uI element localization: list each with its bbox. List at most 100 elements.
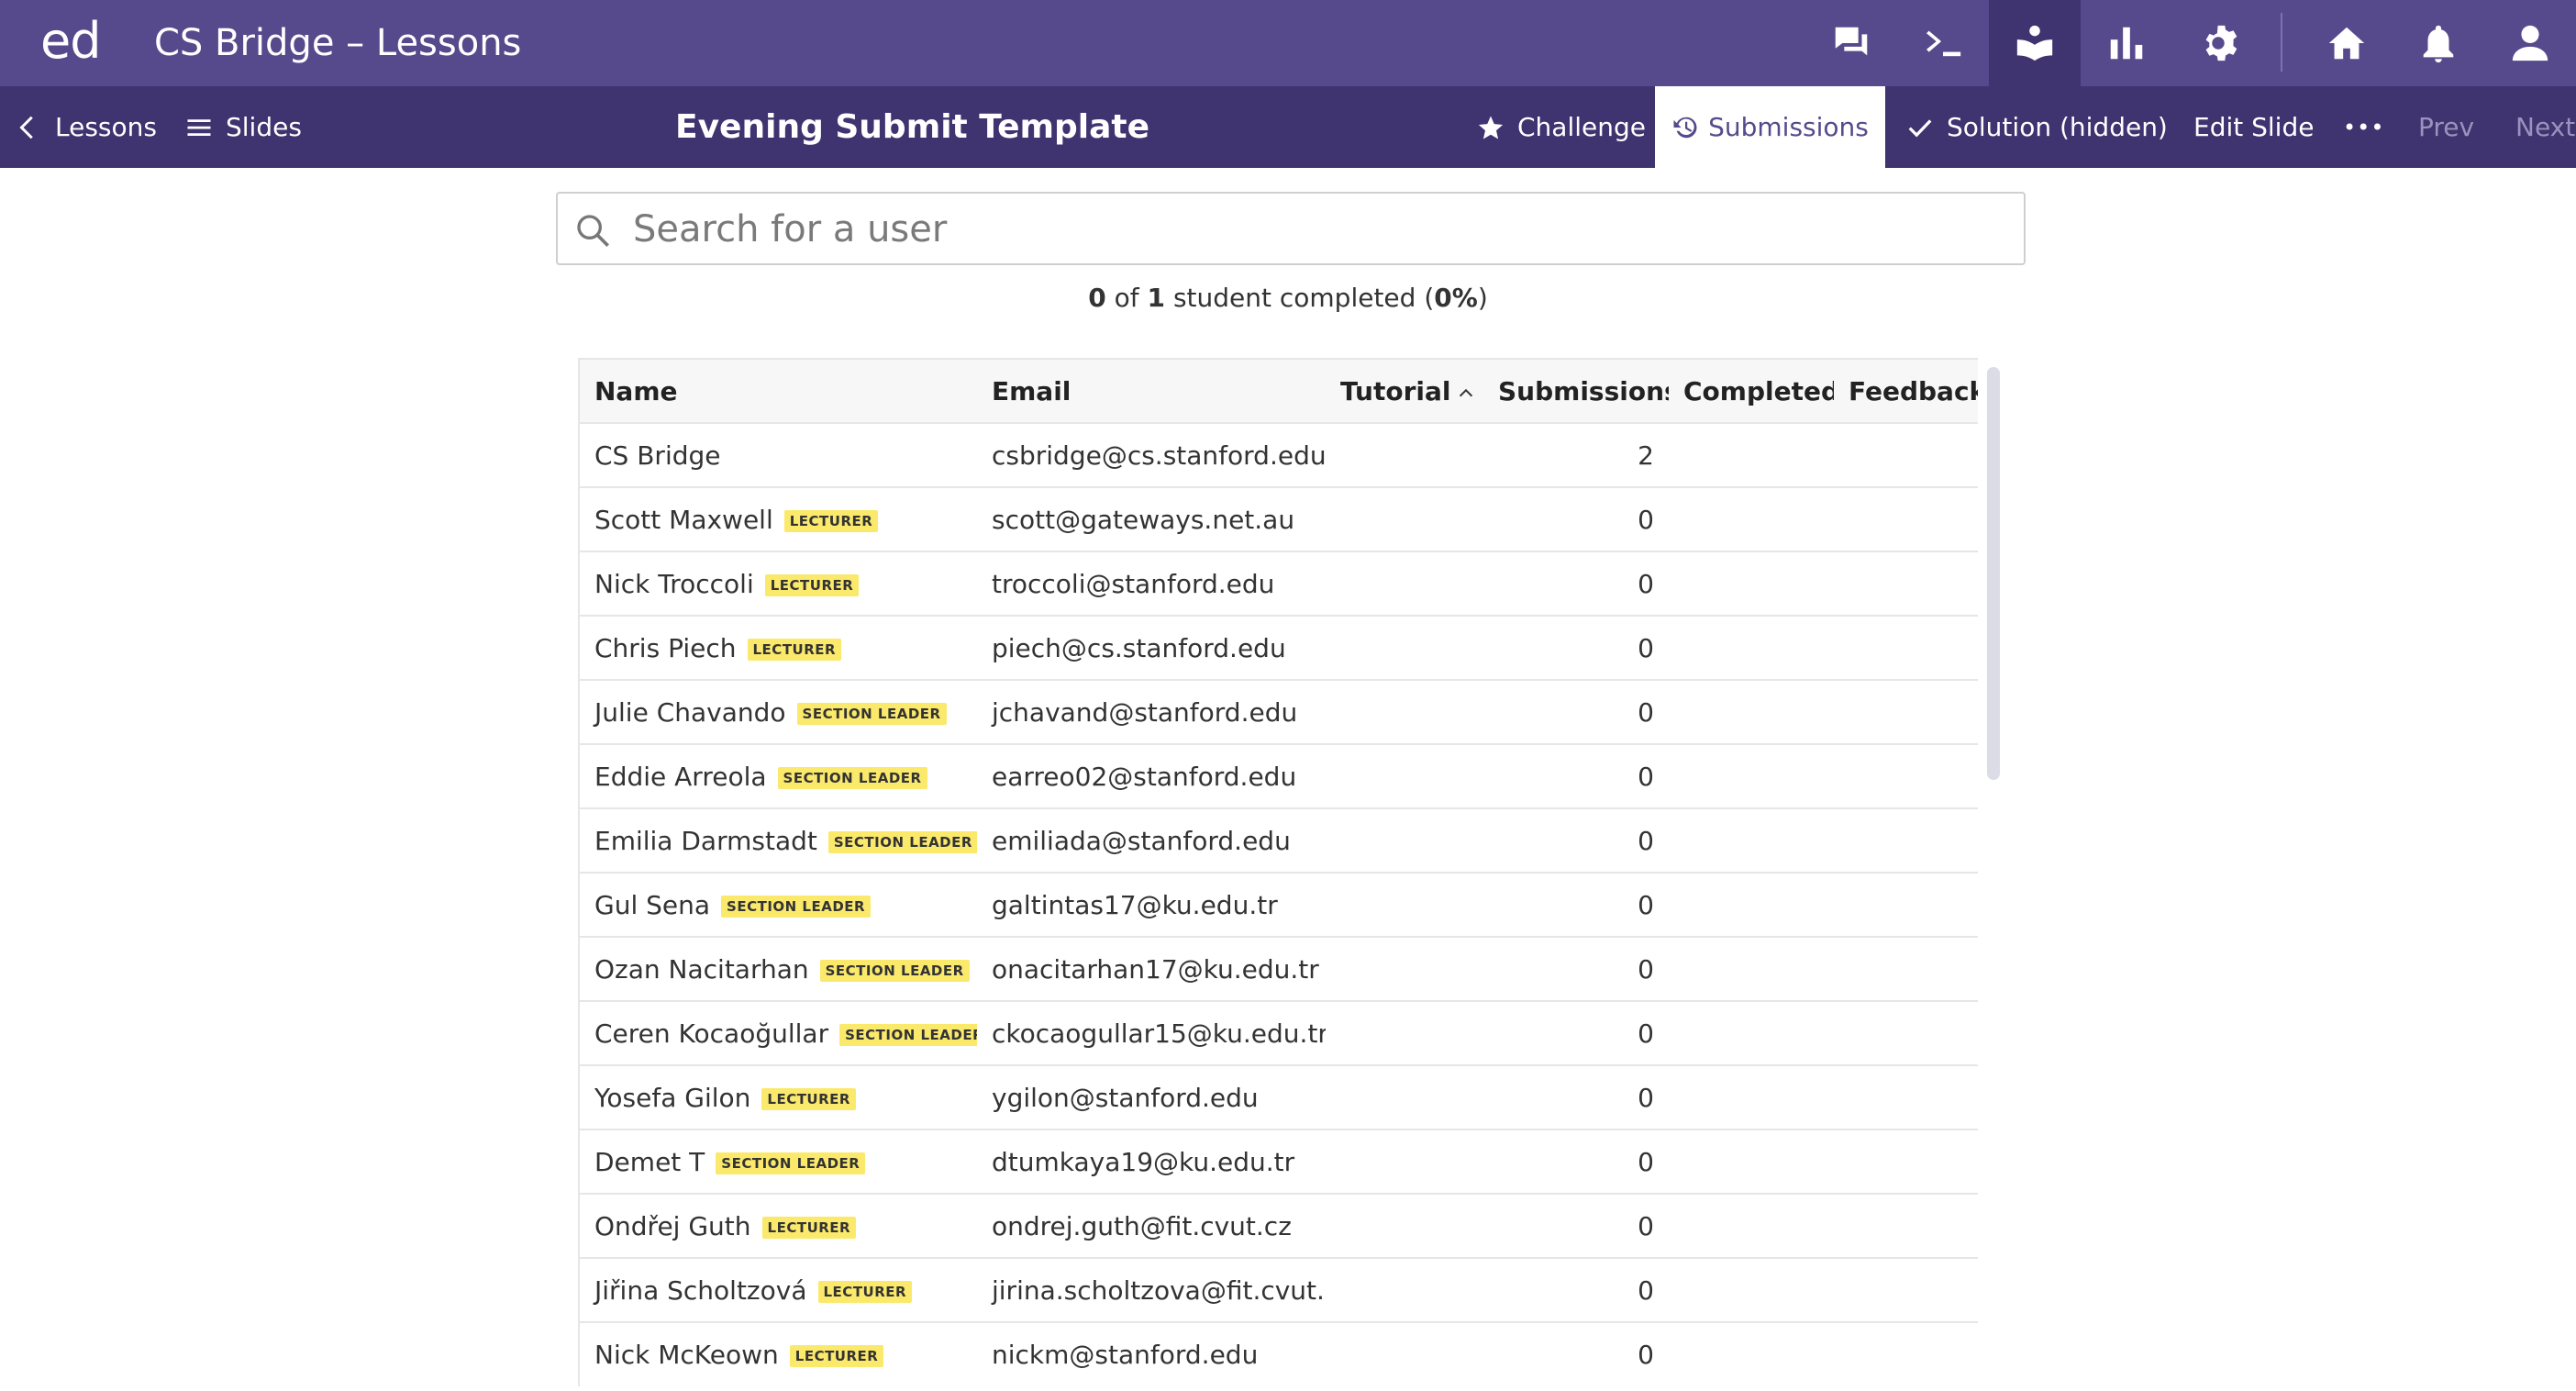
completed-cell [1669, 486, 1834, 551]
user-name-cell: Jiřina Scholtzová LECTURER [578, 1257, 977, 1322]
table-row[interactable]: Nick McKeown LECTURER nickm@stanford.edu 0 [578, 1321, 1978, 1386]
table-row[interactable]: Yosefa Gilon LECTURER ygilon@stanford.edu 0 [578, 1064, 1978, 1129]
user-name-cell-text: Ondřej Guth [594, 1210, 751, 1241]
completed-cell [1669, 679, 1834, 744]
user-email-cell-text: troccoli@stanford.edu [992, 568, 1275, 599]
lessons-icon[interactable] [1989, 0, 2081, 86]
profile-icon[interactable] [2484, 0, 2576, 86]
user-name-cell-text: Gul Sena [594, 889, 711, 920]
feedback-cell [1834, 551, 1978, 616]
notifications-icon[interactable] [2393, 0, 2484, 86]
submissions-tab[interactable]: Submissions [1655, 86, 1885, 168]
summary-close-paren: ) [1477, 283, 1488, 313]
submissions-label: Submissions [1708, 112, 1869, 142]
submissions-count-cell: 0 [1483, 743, 1669, 808]
submissions-count-cell: 0 [1483, 872, 1669, 937]
submissions-count-cell-text: 0 [1638, 1340, 1654, 1370]
column-header-feedback[interactable]: Feedback [1834, 358, 1978, 423]
submissions-count-cell: 0 [1483, 936, 1669, 1001]
submissions-table-container: Name Email Tutorial Submissions Complete… [578, 358, 1978, 1391]
user-name-cell: Julie Chavando SECTION LEADER [578, 679, 977, 744]
table-row[interactable]: Scott Maxwell LECTURER scott@gateways.net.… [578, 486, 1978, 551]
completed-count: 0 [1088, 283, 1106, 313]
more-options-button[interactable]: ••• [2343, 86, 2384, 168]
ed-logo[interactable]: ed [40, 9, 101, 73]
analytics-icon[interactable] [2081, 0, 2172, 86]
home-icon[interactable] [2301, 0, 2393, 86]
table-row[interactable]: Jiřina Scholtzová LECTURER jirina.scholtzo… [578, 1257, 1978, 1322]
solution-tab[interactable]: Solution (hidden) [1906, 86, 2168, 168]
column-header-completed[interactable]: Completed [1669, 358, 1834, 423]
discussion-icon[interactable] [1805, 0, 1897, 86]
app-title[interactable]: CS Bridge – Lessons [154, 17, 521, 70]
tutorial-cell [1326, 1129, 1483, 1194]
submissions-count-cell: 0 [1483, 1000, 1669, 1065]
tutorial-cell [1326, 936, 1483, 1001]
column-header-tutorial[interactable]: Tutorial [1326, 358, 1483, 423]
slides-button[interactable]: Slides [185, 86, 302, 168]
user-email-cell: nickm@stanford.edu [977, 1321, 1326, 1386]
table-body: CS Bridge csbridge@cs.stanford.edu 2 Scott … [578, 422, 1978, 1386]
table-header-row: Name Email Tutorial Submissions Complete… [578, 358, 1978, 423]
submissions-count-cell: 0 [1483, 807, 1669, 873]
prev-button[interactable]: Prev [2418, 86, 2474, 168]
column-header-submissions[interactable]: Submissions [1483, 358, 1669, 423]
table-row[interactable]: Eddie Arreola SECTION LEADER earreo02@stan… [578, 743, 1978, 808]
table-row[interactable]: Ondřej Guth LECTURER ondrej.guth@fit.cvut.… [578, 1193, 1978, 1258]
back-to-lessons-link[interactable]: Lessons [15, 86, 157, 168]
submissions-count-cell-text: 0 [1638, 696, 1654, 728]
feedback-cell [1834, 486, 1978, 551]
challenge-tab[interactable]: Challenge [1477, 86, 1646, 168]
role-badge: SECTION LEADER [839, 1023, 977, 1046]
user-email-cell: ckocaogullar15@ku.edu.tr [977, 1000, 1326, 1065]
user-email-cell: troccoli@stanford.edu [977, 551, 1326, 616]
submissions-count-cell-text: 0 [1638, 632, 1654, 663]
star-icon [1478, 116, 1504, 139]
user-email-cell: onacitarhan17@ku.edu.tr [977, 936, 1326, 1001]
submissions-count-cell-text: 0 [1638, 504, 1654, 535]
terminal-icon[interactable] [1897, 0, 1989, 86]
column-header-email[interactable]: Email [977, 358, 1326, 423]
submissions-count-cell: 2 [1483, 422, 1669, 487]
user-name-cell-text: Ceren Kocaoğullar [594, 1018, 829, 1049]
completed-cell [1669, 615, 1834, 680]
user-name-cell: Ondřej Guth LECTURER [578, 1193, 977, 1258]
summary-student-text: student completed ( [1172, 283, 1435, 313]
submissions-count-cell-text: 0 [1638, 1082, 1654, 1113]
settings-icon[interactable] [2172, 0, 2264, 86]
table-row[interactable]: Julie Chavando SECTION LEADER jchavand@sta… [578, 679, 1978, 744]
table-row[interactable]: Emilia Darmstadt SECTION LEADER emiliada@s… [578, 807, 1978, 873]
table-row[interactable]: Ozan Nacitarhan SECTION LEADER onacitarhan… [578, 936, 1978, 1001]
next-button[interactable]: Next [2515, 86, 2575, 168]
table-row[interactable]: Demet T SECTION LEADER dtumkaya19@ku.edu.t… [578, 1129, 1978, 1194]
user-email-cell: dtumkaya19@ku.edu.tr [977, 1129, 1326, 1194]
table-scrollbar[interactable] [1987, 367, 2000, 780]
role-badge: SECTION LEADER [827, 830, 977, 853]
table-row[interactable]: Gul Sena SECTION LEADER galtintas17@ku.edu… [578, 872, 1978, 937]
user-name-cell: Demet T SECTION LEADER [578, 1129, 977, 1194]
completed-cell [1669, 1321, 1834, 1386]
table-row[interactable]: Nick Troccoli LECTURER troccoli@stanford.e… [578, 551, 1978, 616]
tutorial-cell [1326, 1193, 1483, 1258]
user-name-cell-text: Julie Chavando [594, 696, 786, 728]
user-name-cell-text: Chris Piech [594, 632, 737, 663]
table-row[interactable]: CS Bridge csbridge@cs.stanford.edu 2 [578, 422, 1978, 487]
user-name-cell: Nick McKeown LECTURER [578, 1321, 977, 1386]
table-row[interactable]: Chris Piech LECTURER piech@cs.stanford.edu… [578, 615, 1978, 680]
user-name-cell-text: Nick McKeown [594, 1340, 779, 1370]
table-row[interactable]: Ceren Kocaoğullar SECTION LEADER ckocaogul… [578, 1000, 1978, 1065]
submissions-count-cell: 0 [1483, 1129, 1669, 1194]
user-name-cell: CS Bridge [578, 422, 977, 487]
submissions-count-cell: 0 [1483, 1193, 1669, 1258]
submissions-count-cell-text: 0 [1638, 953, 1654, 985]
completed-cell [1669, 936, 1834, 1001]
completed-cell [1669, 1000, 1834, 1065]
user-email-cell-text: dtumkaya19@ku.edu.tr [992, 1146, 1295, 1177]
search-input[interactable] [631, 201, 2002, 258]
role-badge: LECTURER [747, 638, 842, 661]
edit-slide-button[interactable]: Edit Slide [2193, 86, 2314, 168]
role-badge: SECTION LEADER [716, 1152, 866, 1174]
column-header-name[interactable]: Name [578, 358, 977, 423]
edit-slide-label: Edit Slide [2193, 112, 2315, 142]
submissions-count-cell-text: 0 [1638, 1146, 1654, 1177]
